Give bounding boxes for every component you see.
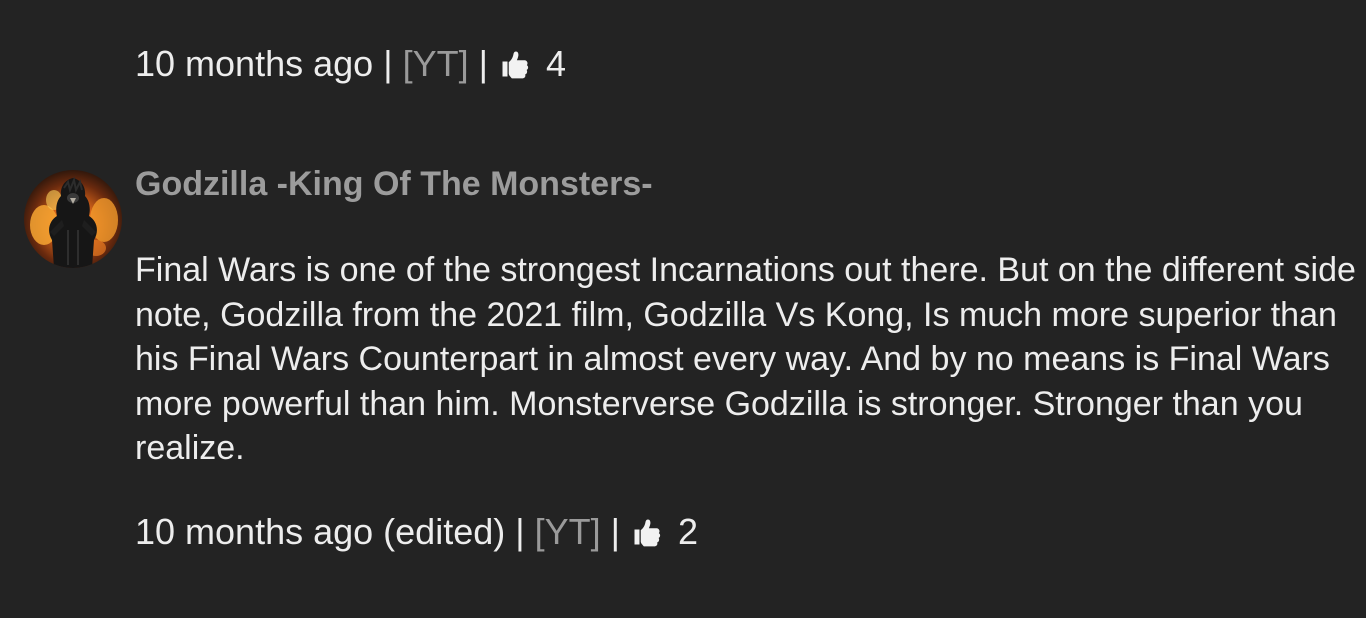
- avatar[interactable]: [24, 170, 122, 268]
- comment-timestamp: 10 months ago: [135, 43, 374, 84]
- separator: |: [515, 511, 525, 552]
- youtube-source-link[interactable]: [YT]: [535, 511, 601, 552]
- previous-comment-meta: 10 months ago | [YT] | 4: [135, 44, 566, 84]
- separator: |: [383, 43, 393, 84]
- comment-text: Final Wars is one of the strongest Incar…: [135, 251, 1356, 467]
- comment-meta: 10 months ago (edited) | [YT] | 2: [135, 512, 698, 552]
- thumbs-up-icon: [502, 51, 529, 79]
- like-count: 4: [545, 43, 567, 84]
- separator: |: [478, 43, 488, 84]
- youtube-source-link[interactable]: [YT]: [403, 43, 469, 84]
- comment-timestamp: 10 months ago (edited): [135, 511, 506, 552]
- comment-author[interactable]: Godzilla -King Of The Monsters-: [135, 164, 653, 204]
- like-count: 2: [678, 511, 699, 552]
- godzilla-avatar: [24, 170, 122, 268]
- thumbs-up-icon: [634, 519, 661, 547]
- separator: |: [610, 511, 621, 552]
